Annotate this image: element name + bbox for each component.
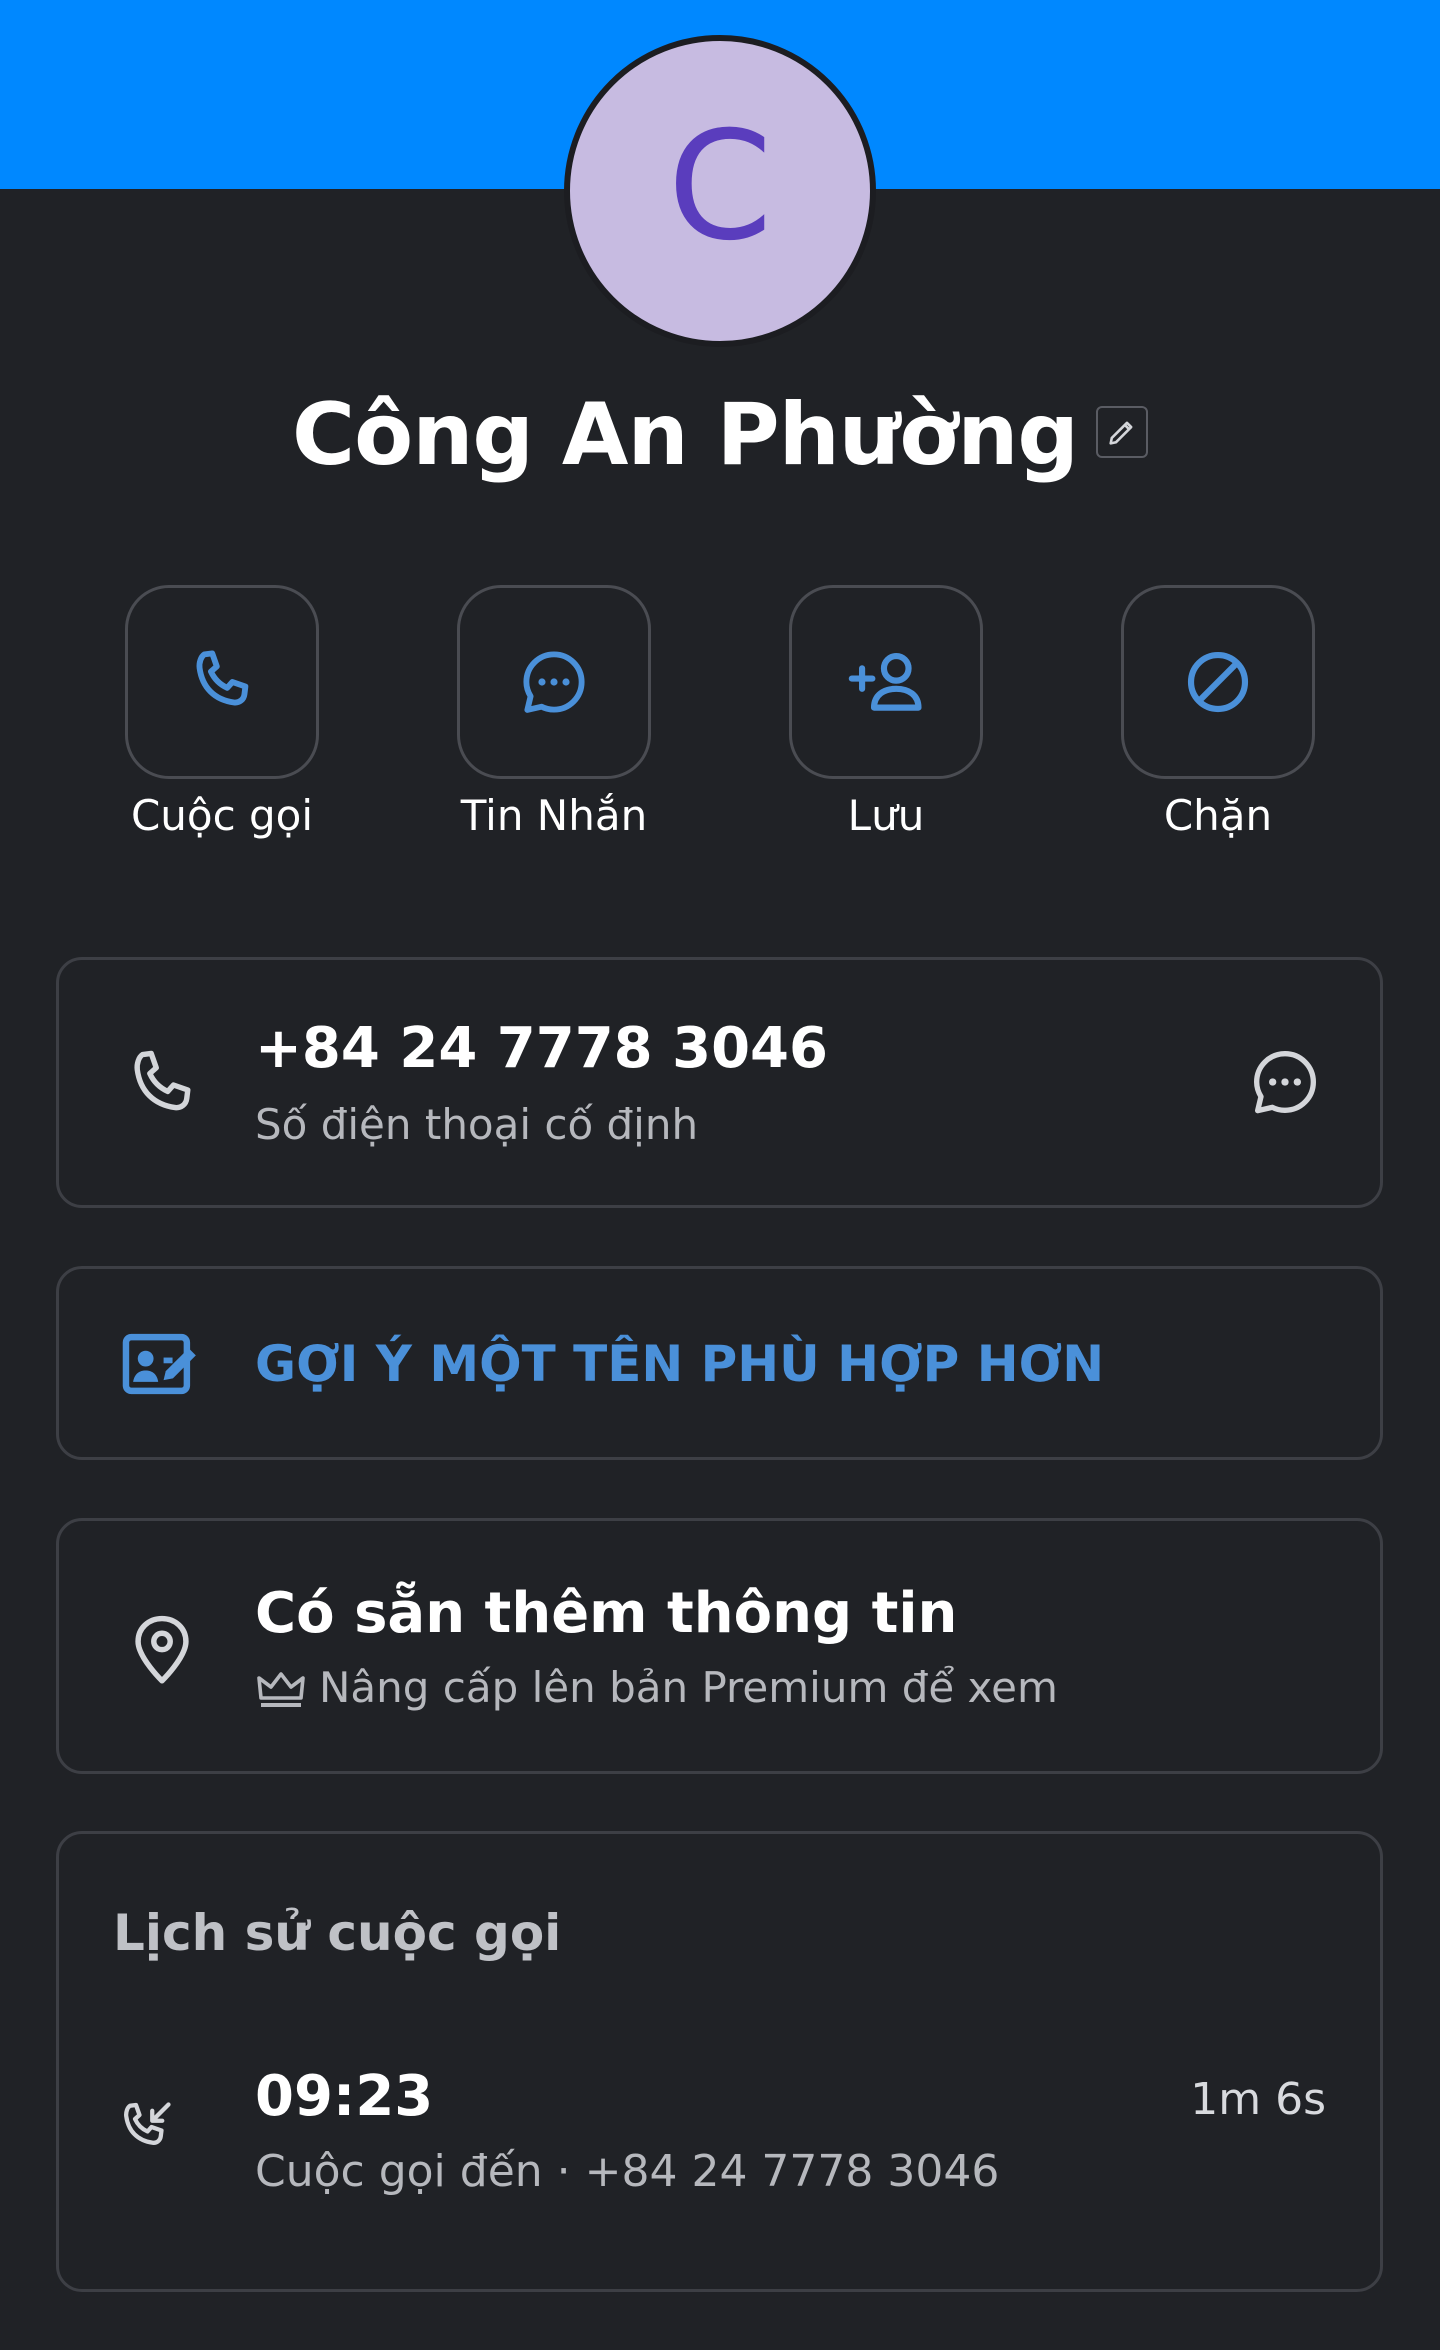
contact-name-row: Công An Phường — [0, 380, 1440, 490]
avatar: C — [564, 35, 876, 347]
pencil-icon[interactable] — [1096, 406, 1148, 458]
action-message[interactable]: Tin Nhắn — [424, 585, 684, 840]
suggest-name-card[interactable]: GỢI Ý MỘT TÊN PHÙ HỢP HƠN — [56, 1266, 1383, 1460]
contact-name: Công An Phường — [292, 385, 1079, 485]
premium-subtitle: Nâng cấp lên bản Premium để xem — [319, 1663, 1058, 1712]
action-call[interactable]: Cuộc gọi — [92, 585, 352, 840]
action-save[interactable]: Lưu — [756, 585, 1016, 840]
chat-bubble-icon[interactable] — [1243, 1040, 1327, 1124]
chat-bubble-icon — [523, 651, 585, 713]
call-detail: Cuộc gọi đến · +84 24 7778 3046 — [255, 2146, 1000, 2197]
save-button[interactable] — [789, 585, 983, 779]
crown-icon — [257, 1671, 305, 1707]
add-person-icon — [848, 652, 922, 711]
phone-number: +84 24 7778 3046 — [255, 1016, 828, 1081]
action-block[interactable]: Chặn — [1088, 585, 1348, 840]
incoming-call-icon — [115, 2096, 177, 2158]
location-pin-icon — [115, 1603, 209, 1697]
contact-detail-screen: C Công An Phường Cuộc gọi Tin Nhắn Lưu C… — [0, 0, 1440, 2350]
call-duration: 1m 6s — [1190, 2074, 1326, 2125]
call-label: Cuộc gọi — [130, 791, 314, 840]
call-button[interactable] — [125, 585, 319, 779]
block-label: Chặn — [1163, 791, 1273, 840]
call-history-title: Lịch sử cuộc gọi — [113, 1904, 562, 1962]
call-time: 09:23 — [255, 2064, 434, 2129]
premium-row: Nâng cấp lên bản Premium để xem — [255, 1663, 1058, 1712]
more-info-card[interactable]: Có sẵn thêm thông tin Nâng cấp lên bản P… — [56, 1518, 1383, 1774]
quick-actions: Cuộc gọi Tin Nhắn Lưu Chặn — [0, 585, 1440, 855]
message-label: Tin Nhắn — [460, 791, 648, 840]
message-button[interactable] — [457, 585, 651, 779]
phone-icon — [196, 650, 249, 706]
block-button[interactable] — [1121, 585, 1315, 779]
avatar-letter: C — [667, 100, 773, 274]
suggest-name-label: GỢI Ý MỘT TÊN PHÙ HỢP HƠN — [255, 1335, 1105, 1393]
edit-contact-card-icon — [115, 1319, 205, 1409]
phone-type: Số điện thoại cố định — [255, 1100, 699, 1149]
phone-number-card[interactable]: +84 24 7778 3046 Số điện thoại cố định — [56, 957, 1383, 1208]
more-info-title: Có sẵn thêm thông tin — [255, 1581, 958, 1646]
block-icon — [1187, 651, 1249, 713]
save-label: Lưu — [847, 791, 925, 840]
call-history-card: Lịch sử cuộc gọi 09:23 Cuộc gọi đến · +8… — [56, 1831, 1383, 2292]
phone-icon — [115, 1038, 209, 1132]
